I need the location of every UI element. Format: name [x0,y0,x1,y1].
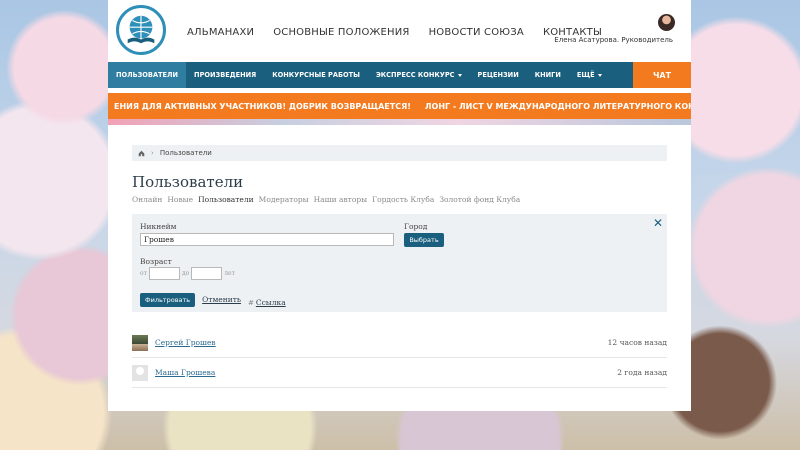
nav-express-contest[interactable]: ЭКСПРЕСС КОНКУРС [368,62,470,88]
tab-online[interactable]: Онлайн [132,195,162,204]
chat-button[interactable]: ЧАТ [633,62,691,88]
list-item: Сергей Грошев 12 часов назад [132,328,667,358]
top-nav-almanacs[interactable]: АЛЬМАНАХИ [187,27,254,38]
filter-actions: Фильтровать Отменить # Ссылка [140,290,286,309]
page-title: Пользователи [132,173,244,191]
current-user-name[interactable]: Елена Асатурова. Руководитель [554,36,673,44]
cancel-link[interactable]: Отменить [202,295,241,304]
nav-works[interactable]: ПРОИЗВЕДЕНИЯ [186,62,264,88]
site-logo[interactable] [116,5,166,55]
nav-reviews-label: РЕЦЕНЗИИ [477,71,519,79]
nav-users[interactable]: ПОЛЬЗОВАТЕЛИ [108,62,187,88]
nav-express-contest-label: ЭКСПРЕСС КОНКУРС [375,71,455,79]
nav-books[interactable]: КНИГИ [527,62,569,88]
breadcrumb-current: Пользователи [159,149,212,157]
age-label: Возраст [140,257,172,266]
permalink-label: Ссылка [255,298,286,307]
breadcrumb: › Пользователи [132,145,667,161]
nickname-input[interactable]: Грошев [140,233,394,246]
link-icon: # [247,299,254,307]
tab-club-pride[interactable]: Гордость Клуба [372,195,434,204]
nav-users-label: ПОЛЬЗОВАТЕЛИ [116,71,179,79]
avatar[interactable] [132,334,148,351]
close-icon[interactable]: ✕ [653,216,663,230]
nav-works-label: ПРОИЗВЕДЕНИЯ [194,71,257,79]
choose-city-button[interactable]: Выбрать [404,233,444,247]
user-name-link[interactable]: Маша Грошева [155,368,215,377]
globe-book-logo-icon [127,15,155,44]
nav-more-label: ЕЩЁ [576,71,595,79]
tab-users[interactable]: Пользователи [198,195,254,204]
list-item: Маша Грошева 2 года назад [132,358,667,388]
user-tabs: Онлайн Новые Пользователи Модераторы Наш… [132,195,667,204]
age-to-label: до [181,270,190,277]
user-list: Сергей Грошев 12 часов назад Маша Грошев… [132,328,667,388]
news-ticker[interactable]: ЕНИЯ ДЛЯ АКТИВНЫХ УЧАСТНИКОВ! ДОБРИК ВОЗ… [108,93,691,119]
main-nav: ПОЛЬЗОВАТЕЛИ ПРОИЗВЕДЕНИЯ КОНКУРСНЫЕ РАБ… [108,62,691,88]
nav-contest-works-label: КОНКУРСНЫЕ РАБОТЫ [272,71,360,79]
filter-panel: ✕ Никнейм Грошев Город Выбрать Возраст о… [132,214,667,312]
nav-reviews[interactable]: РЕЦЕНЗИИ [470,62,527,88]
nav-books-label: КНИГИ [534,71,561,79]
tab-golden-fund[interactable]: Золотой фонд Клуба [439,195,520,204]
tab-our-authors[interactable]: Наши авторы [314,195,368,204]
tab-new[interactable]: Новые [167,195,193,204]
age-years-label: лет [224,270,235,277]
top-nav: АЛЬМАНАХИ ОСНОВНЫЕ ПОЛОЖЕНИЯ НОВОСТИ СОЮ… [187,27,602,38]
breadcrumb-separator-icon: › [151,149,154,157]
age-from-label: от [140,270,147,277]
home-icon[interactable] [138,150,145,157]
permalink[interactable]: # Ссылка [248,290,286,309]
avatar[interactable] [132,364,148,381]
nickname-label: Никнейм [140,222,177,231]
age-range: от до лет [140,267,235,280]
user-last-seen: 2 года назад [617,368,667,377]
city-label: Город [404,222,428,231]
ticker-text-1: ЕНИЯ ДЛЯ АКТИВНЫХ УЧАСТНИКОВ! ДОБРИК ВОЗ… [114,101,411,111]
page-container: АЛЬМАНАХИ ОСНОВНЫЕ ПОЛОЖЕНИЯ НОВОСТИ СОЮ… [108,0,691,411]
tab-moderators[interactable]: Модераторы [259,195,309,204]
user-name-link[interactable]: Сергей Грошев [155,338,216,347]
chevron-down-icon [597,73,602,77]
user-last-seen: 12 часов назад [607,338,667,347]
filter-button[interactable]: Фильтровать [140,292,196,307]
age-from-input[interactable] [148,267,180,280]
ticker-text-2: ЛОНГ - ЛИСТ V МЕЖДУНАРОДНОГО ЛИТЕРАТУРНО… [424,101,691,111]
chevron-down-icon [457,73,462,77]
top-nav-news[interactable]: НОВОСТИ СОЮЗА [429,27,524,38]
current-user-avatar[interactable] [658,14,675,31]
nav-more[interactable]: ЕЩЁ [569,62,610,88]
nav-contest-works[interactable]: КОНКУРСНЫЕ РАБОТЫ [264,62,368,88]
main-content: › Пользователи Пользователи Онлайн Новые… [108,125,691,388]
top-nav-regulations[interactable]: ОСНОВНЫЕ ПОЛОЖЕНИЯ [273,27,409,38]
site-header: АЛЬМАНАХИ ОСНОВНЫЕ ПОЛОЖЕНИЯ НОВОСТИ СОЮ… [108,0,691,62]
age-to-input[interactable] [191,267,223,280]
